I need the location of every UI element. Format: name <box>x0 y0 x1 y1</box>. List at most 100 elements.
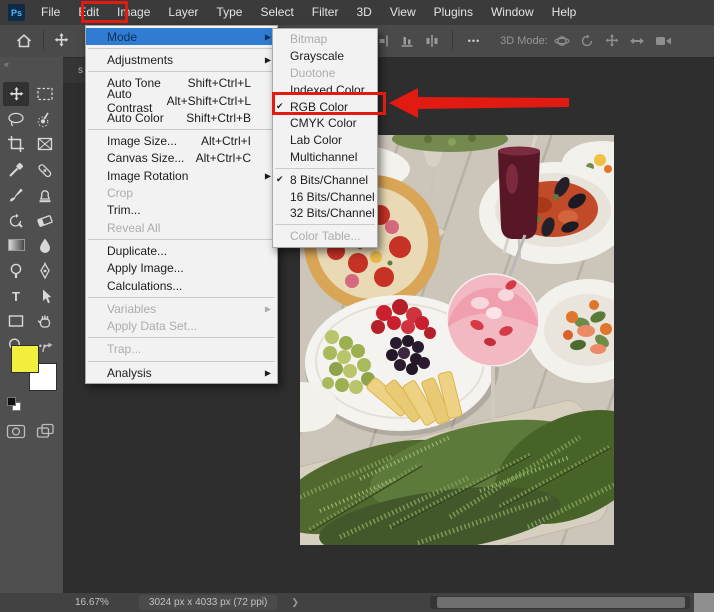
menu-item-trim[interactable]: Trim... <box>86 202 277 219</box>
submenu-arrow-icon: ▶ <box>265 32 271 41</box>
menu-item-analysis[interactable]: Analysis ▶ <box>86 364 277 381</box>
rectangle-tool[interactable] <box>3 309 29 333</box>
align-bottom-icon <box>399 33 415 49</box>
submenu-item-8-bits[interactable]: ✔ 8 Bits/Channel <box>273 171 377 188</box>
3d-camera-button[interactable] <box>652 25 674 56</box>
clone-stamp-tool-icon <box>36 187 54 204</box>
submenu-item-lab-color[interactable]: Lab Color <box>273 132 377 149</box>
menu-item-calculations[interactable]: Calculations... <box>86 277 277 294</box>
submenu-item-multichannel[interactable]: Multichannel <box>273 149 377 166</box>
quick-selection-tool[interactable] <box>32 107 58 131</box>
eraser-tool[interactable] <box>32 208 58 232</box>
menubar-item-plugins[interactable]: Plugins <box>425 0 482 25</box>
pen-tool[interactable] <box>32 259 58 283</box>
3d-roll-button[interactable] <box>577 25 597 56</box>
menu-item-mode[interactable]: Mode ▶ <box>86 28 277 45</box>
eyedropper-tool-icon <box>7 161 25 179</box>
hand-tool[interactable] <box>32 309 58 333</box>
menu-item-adjustments[interactable]: Adjustments ▶ <box>86 51 277 68</box>
3d-camera-icon <box>655 34 672 48</box>
options-separator <box>43 30 44 51</box>
rectangular-marquee-tool[interactable] <box>32 82 58 106</box>
menubar-item-help[interactable]: Help <box>543 0 586 25</box>
home-button[interactable] <box>12 25 36 56</box>
quick-mask-button[interactable] <box>3 419 29 443</box>
submenu-item-cmyk-color[interactable]: CMYK Color <box>273 115 377 132</box>
more-options-button[interactable]: ••• <box>462 25 486 56</box>
brush-tool[interactable] <box>3 183 29 207</box>
submenu-item-32-bits[interactable]: 32 Bits/Channel <box>273 205 377 222</box>
frame-tool[interactable] <box>32 132 58 156</box>
crop-tool[interactable] <box>3 132 29 156</box>
shortcut-label: Alt+Ctrl+I <box>201 134 251 148</box>
menubar-item-type[interactable]: Type <box>207 0 251 25</box>
menu-item-image-rotation[interactable]: Image Rotation ▶ <box>86 167 277 184</box>
status-chevron-icon[interactable]: ❯ <box>291 597 299 608</box>
3d-orbit-icon <box>554 33 570 49</box>
submenu-item-duotone: Duotone <box>273 65 377 82</box>
3d-pan-button[interactable] <box>602 25 622 56</box>
3d-slide-button[interactable] <box>627 25 647 56</box>
annotation-box-image-menu <box>81 1 128 23</box>
3d-roll-icon <box>579 33 595 49</box>
menubar-item-3d[interactable]: 3D <box>347 0 380 25</box>
zoom-level[interactable]: 16.67% <box>75 597 109 608</box>
menubar-item-select[interactable]: Select <box>251 0 302 25</box>
default-colors-icon[interactable] <box>7 397 16 406</box>
menu-separator <box>275 168 375 169</box>
gradient-tool[interactable] <box>3 233 29 257</box>
menu-item-auto-color[interactable]: Auto Color Shift+Ctrl+B <box>86 109 277 126</box>
screen-mode-button[interactable] <box>32 419 58 443</box>
blur-tool[interactable] <box>32 233 58 257</box>
menubar-item-view[interactable]: View <box>381 0 425 25</box>
swap-colors-icon[interactable] <box>40 341 56 357</box>
clone-stamp-tool[interactable] <box>32 183 58 207</box>
photoshop-window: s <box>0 0 720 612</box>
submenu-item-grayscale[interactable]: Grayscale <box>273 48 377 65</box>
tool-bar: ‹‹ <box>0 57 63 593</box>
lasso-tool-icon <box>7 111 25 128</box>
menubar-item-window[interactable]: Window <box>482 0 543 25</box>
distribute-icon <box>424 33 440 49</box>
quick-mask-icon <box>6 424 26 439</box>
3d-orbit-button[interactable] <box>552 25 572 56</box>
type-tool[interactable]: T <box>3 284 29 308</box>
3d-mode-label: 3D Mode: <box>498 25 550 56</box>
toolbar-collapse-icon[interactable]: ‹‹ <box>4 59 8 69</box>
lasso-tool[interactable] <box>3 107 29 131</box>
submenu-item-16-bits[interactable]: 16 Bits/Channel <box>273 188 377 205</box>
horizontal-scrollbar-track[interactable] <box>430 596 690 609</box>
menu-separator <box>88 337 275 338</box>
3d-slide-icon <box>629 33 645 49</box>
distribute-centers-button[interactable] <box>422 25 442 56</box>
eyedropper-tool[interactable] <box>3 158 29 182</box>
menubar-item-filter[interactable]: Filter <box>303 0 348 25</box>
menubar-item-file[interactable]: File <box>32 0 69 25</box>
spot-healing-brush-tool[interactable] <box>32 158 58 182</box>
history-brush-tool[interactable] <box>3 208 29 232</box>
photoshop-logo[interactable]: Ps <box>8 4 25 21</box>
check-icon: ✔ <box>276 174 284 185</box>
menu-separator <box>88 71 275 72</box>
status-bar: 16.67% 3024 px x 4033 px (72 ppi) ❯ <box>0 593 714 612</box>
menu-item-duplicate[interactable]: Duplicate... <box>86 242 277 259</box>
menu-item-apply-image[interactable]: Apply Image... <box>86 260 277 277</box>
menu-item-canvas-size[interactable]: Canvas Size... Alt+Ctrl+C <box>86 150 277 167</box>
align-bottom-edges-button[interactable] <box>397 25 417 56</box>
dodge-tool[interactable] <box>3 259 29 283</box>
move-tool-option-button[interactable] <box>49 25 73 56</box>
path-selection-tool[interactable] <box>32 284 58 308</box>
horizontal-scrollbar-thumb[interactable] <box>437 597 685 608</box>
annotation-arrow <box>386 82 572 122</box>
submenu-arrow-icon: ▶ <box>265 304 271 313</box>
menu-item-trap: Trap... <box>86 341 277 358</box>
document-tab-fragment[interactable]: s <box>63 57 86 83</box>
menu-item-auto-contrast[interactable]: Auto Contrast Alt+Shift+Ctrl+L <box>86 92 277 109</box>
menu-item-reveal-all: Reveal All <box>86 219 277 236</box>
menubar-item-layer[interactable]: Layer <box>159 0 207 25</box>
move-tool[interactable] <box>3 82 29 106</box>
foreground-color-swatch[interactable] <box>11 345 39 373</box>
menu-item-image-size[interactable]: Image Size... Alt+Ctrl+I <box>86 132 277 149</box>
type-tool-icon: T <box>12 290 20 303</box>
menu-separator <box>88 129 275 130</box>
